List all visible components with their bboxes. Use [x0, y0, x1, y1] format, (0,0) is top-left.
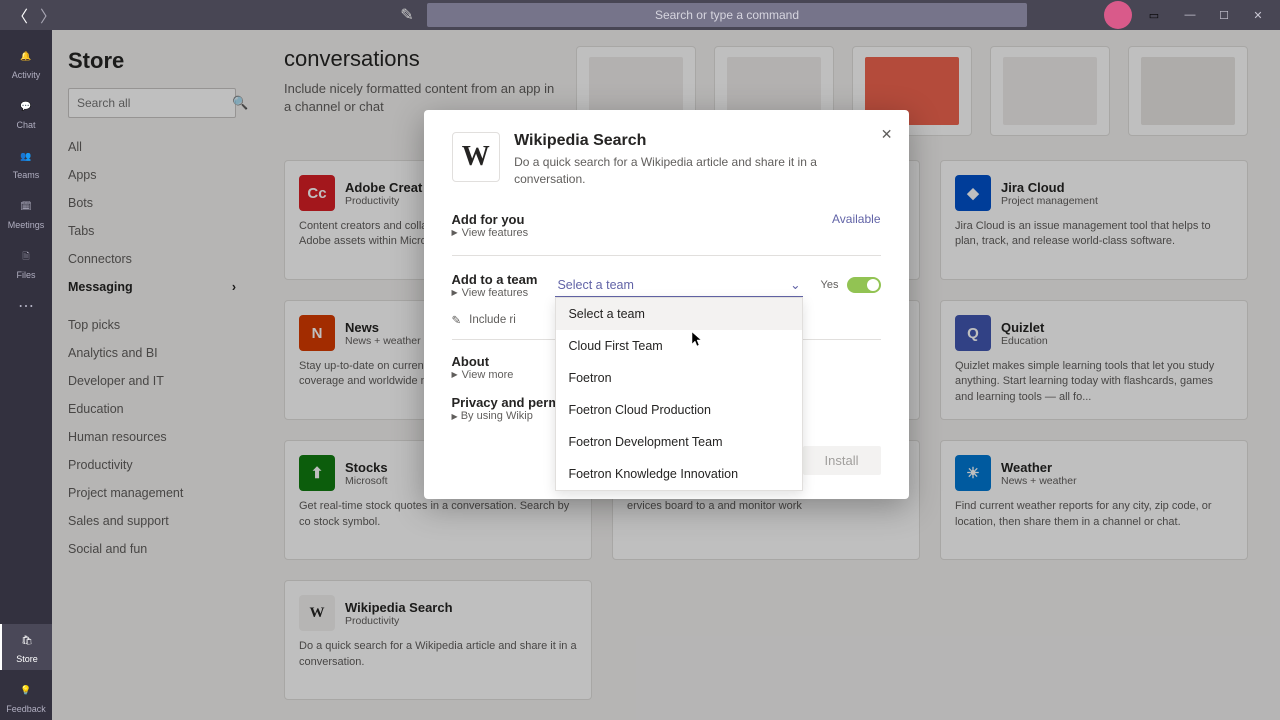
rail-label: Files — [16, 270, 35, 280]
toggle-switch[interactable] — [847, 277, 881, 293]
rail-store[interactable]: 🛍 Store — [0, 624, 52, 670]
rail-label: Teams — [13, 170, 40, 180]
compose-icon[interactable]: ✎ — [395, 3, 419, 27]
available-label: Available — [832, 212, 880, 226]
back-button[interactable]: 〈 — [8, 3, 32, 27]
titlebar: 〈 〉 ✎ Search or type a command ▭ — ☐ ✕ — [0, 0, 1280, 30]
team-select[interactable]: Select a team ⌄ — [555, 273, 802, 297]
rail-meetings[interactable]: 🗓 Meetings — [0, 190, 52, 236]
add-to-team-label: Add to a team — [452, 272, 538, 287]
nav-arrows: 〈 〉 — [8, 3, 60, 27]
window-controls: — ☐ ✕ — [1176, 3, 1272, 27]
avatar[interactable] — [1104, 1, 1132, 29]
rail-label: Activity — [12, 70, 41, 80]
briefcase-icon[interactable]: ▭ — [1140, 3, 1168, 27]
maximize-button[interactable]: ☐ — [1210, 3, 1238, 27]
left-rail: 🔔Activity 💬Chat 👥Teams 🗓Meetings 🗎Files … — [0, 30, 52, 720]
close-button[interactable]: ✕ — [1244, 3, 1272, 27]
dropdown-option[interactable]: Foetron Development Team — [556, 426, 801, 458]
chevron-down-icon: ⌄ — [790, 277, 800, 292]
dropdown-option[interactable]: Foetron — [556, 362, 801, 394]
view-features-link[interactable]: ▶View features — [452, 287, 538, 299]
rail-label: Chat — [16, 120, 35, 130]
close-icon[interactable]: ✕ — [881, 126, 893, 143]
view-features-link[interactable]: ▶View features — [452, 227, 529, 239]
dropdown-option[interactable]: Cloud First Team — [556, 330, 801, 362]
add-for-you-label: Add for you — [452, 212, 529, 227]
forward-button[interactable]: 〉 — [36, 3, 60, 27]
team-select-value: Select a team — [557, 278, 633, 292]
modal-title: Wikipedia Search — [514, 132, 880, 150]
rail-feedback[interactable]: 💡 Feedback — [0, 674, 52, 720]
rail-more[interactable]: ⋯ — [18, 296, 34, 316]
wikipedia-icon: W — [452, 132, 501, 182]
rail-teams[interactable]: 👥 Teams — [0, 140, 52, 186]
calendar-icon: 🗓 — [16, 197, 36, 217]
store-icon: 🛍 — [17, 631, 37, 651]
bulb-icon: 💡 — [16, 681, 36, 701]
rail-label: Store — [16, 654, 38, 664]
rail-label: Feedback — [6, 704, 46, 714]
include-text: Include ri — [469, 314, 516, 326]
minimize-button[interactable]: — — [1176, 3, 1204, 27]
dropdown-option[interactable]: Foetron Knowledge Innovation — [556, 458, 801, 490]
team-dropdown: Select a teamCloud First TeamFoetronFoet… — [555, 297, 802, 491]
bell-icon: 🔔 — [16, 47, 36, 67]
rail-label: Meetings — [8, 220, 45, 230]
command-search[interactable]: Search or type a command — [427, 3, 1027, 27]
rail-chat[interactable]: 💬 Chat — [0, 90, 52, 136]
rail-files[interactable]: 🗎 Files — [0, 240, 52, 286]
privacy-label: Privacy and perm — [452, 395, 560, 410]
files-icon: 🗎 — [16, 247, 36, 267]
privacy-text: By using Wikip — [461, 410, 533, 422]
rail-activity[interactable]: 🔔 Activity — [0, 40, 52, 86]
teams-icon: 👥 — [16, 147, 36, 167]
toggle-label: Yes — [821, 279, 839, 291]
install-button[interactable]: Install — [803, 446, 881, 475]
chat-icon: 💬 — [16, 97, 36, 117]
app-install-modal: ✕ W Wikipedia Search Do a quick search f… — [424, 110, 909, 499]
dropdown-option[interactable]: Foetron Cloud Production — [556, 394, 801, 426]
modal-desc: Do a quick search for a Wikipedia articl… — [514, 154, 880, 188]
modal-overlay: ✕ W Wikipedia Search Do a quick search f… — [52, 30, 1280, 720]
edit-icon: ✎ — [452, 313, 462, 327]
dropdown-option[interactable]: Select a team — [556, 298, 801, 330]
